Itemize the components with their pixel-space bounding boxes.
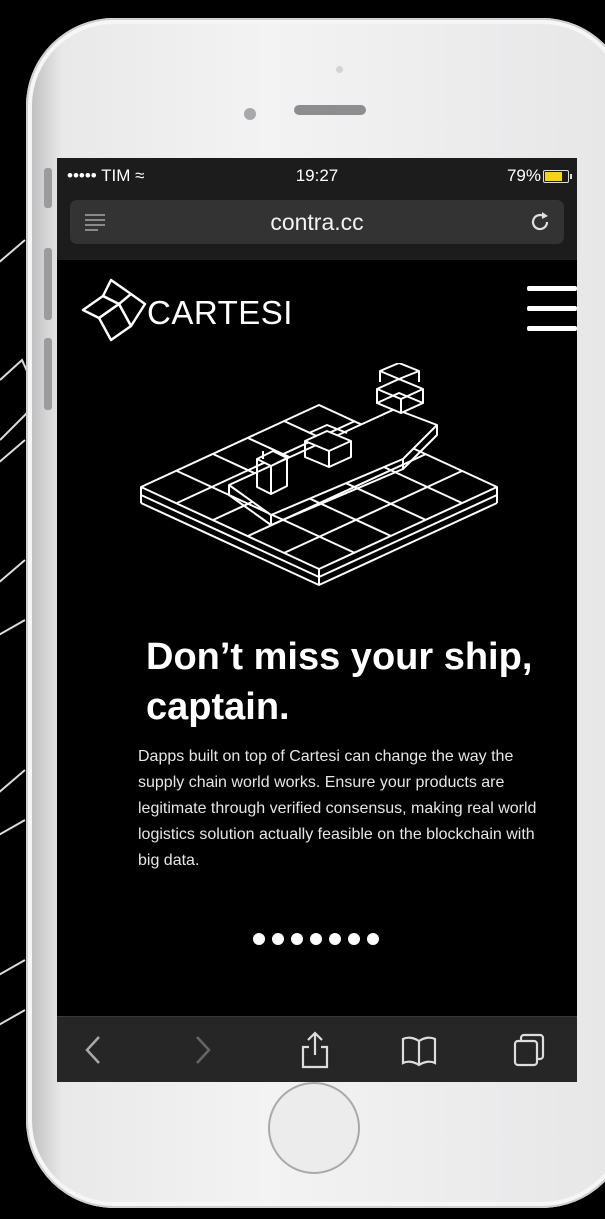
tabs-icon[interactable] xyxy=(511,1031,547,1069)
battery-fill xyxy=(545,172,562,181)
home-button[interactable] xyxy=(268,1082,360,1174)
carousel-dot[interactable] xyxy=(310,933,322,945)
mute-switch xyxy=(44,168,52,208)
logo-text[interactable]: CARTESI xyxy=(147,294,293,332)
volume-up-button xyxy=(44,248,52,320)
browser-toolbar xyxy=(57,1016,577,1082)
share-icon[interactable] xyxy=(297,1031,333,1069)
front-camera xyxy=(336,66,343,73)
carousel-dot[interactable] xyxy=(367,933,379,945)
battery-icon xyxy=(543,170,572,183)
carousel-dots[interactable] xyxy=(253,932,386,946)
carousel-dot[interactable] xyxy=(272,933,284,945)
hamburger-menu-icon[interactable] xyxy=(527,286,577,332)
carousel-dot[interactable] xyxy=(329,933,341,945)
phone-screen: ••••• TIM ≈ 19:27 79% contra.cc CARTESI xyxy=(57,158,577,1082)
volume-down-button xyxy=(44,338,52,410)
carousel-dot[interactable] xyxy=(348,933,360,945)
headline: Don’t miss your ship, captain. xyxy=(146,636,533,728)
forward-icon[interactable] xyxy=(185,1031,221,1069)
bookmarks-icon[interactable] xyxy=(401,1031,437,1069)
carousel-dot[interactable] xyxy=(253,933,265,945)
reload-icon[interactable] xyxy=(528,210,552,234)
body-text: Dapps built on top of Cartesi can change… xyxy=(138,748,537,869)
carousel-dot[interactable] xyxy=(291,933,303,945)
isometric-cargo-ship-icon xyxy=(140,363,498,586)
proximity-sensor xyxy=(244,108,256,120)
address-bar[interactable]: contra.cc xyxy=(70,200,564,244)
earpiece-speaker xyxy=(294,105,366,115)
battery-percent: 79% xyxy=(506,166,541,185)
browser-chrome: contra.cc xyxy=(57,192,577,260)
url-text[interactable]: contra.cc xyxy=(70,209,564,236)
status-bar: ••••• TIM ≈ 19:27 79% xyxy=(57,158,577,192)
status-time: 19:27 xyxy=(295,166,339,185)
back-icon[interactable] xyxy=(75,1031,111,1069)
